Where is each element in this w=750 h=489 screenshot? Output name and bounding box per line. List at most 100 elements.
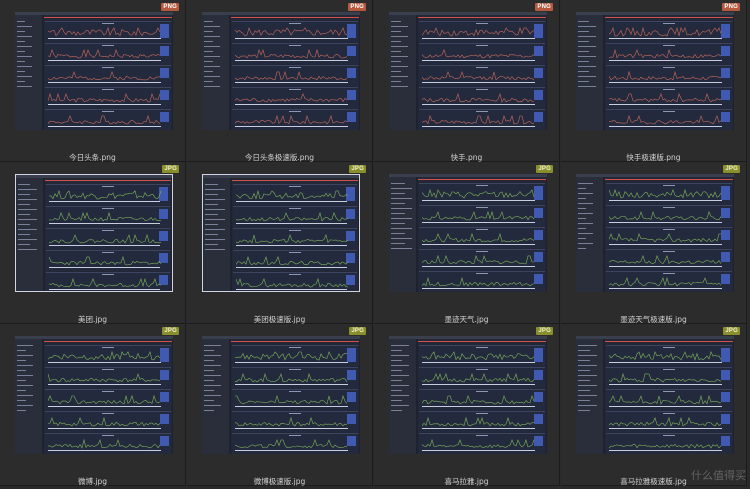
preview-waveform — [422, 188, 535, 199]
file-type-badge: PNG — [161, 3, 179, 11]
preview-chart-panel — [606, 109, 732, 130]
preview-waveform — [609, 351, 722, 361]
preview-waveform — [235, 372, 348, 383]
preview-main — [418, 177, 546, 292]
image-preview — [15, 12, 173, 130]
file-thumbnail-item[interactable]: JPG 墨迹天气.jpg — [374, 162, 560, 324]
preview-waveform — [48, 438, 161, 449]
preview-red-line — [232, 180, 358, 181]
preview-main — [231, 339, 359, 454]
preview-waveform — [235, 70, 348, 81]
file-type-badge: JPG — [723, 165, 740, 173]
preview-waveform — [48, 114, 161, 125]
preview-sidebar — [15, 15, 42, 130]
preview-waveform — [48, 26, 161, 37]
file-thumbnail-item[interactable]: PNG 快手.png — [374, 0, 560, 162]
preview-chart-panel — [45, 367, 171, 388]
file-thumbnail-item[interactable]: JPG 墨迹天气极速版.jpg — [561, 162, 747, 324]
preview-waveform — [49, 189, 162, 200]
image-preview — [576, 174, 734, 292]
file-type-badge: JPG — [349, 327, 366, 335]
preview-waveform — [609, 70, 722, 81]
preview-waveform — [609, 372, 722, 383]
preview-waveform — [48, 92, 161, 103]
preview-chart-panel — [419, 65, 545, 86]
preview-waveform — [609, 114, 722, 125]
preview-waveform — [422, 276, 535, 287]
preview-chart-panel — [606, 87, 732, 108]
preview-waveform — [235, 93, 348, 103]
preview-sidebar — [576, 177, 603, 292]
preview-sidebar — [389, 15, 416, 130]
preview-waveform — [422, 92, 535, 103]
preview-chart-panel — [232, 43, 358, 64]
preview-chart-panel — [45, 43, 171, 64]
preview-chart-panel — [45, 433, 171, 454]
preview-red-line — [44, 341, 172, 342]
image-preview — [389, 174, 547, 292]
preview-chart-panel — [419, 271, 545, 292]
preview-red-line — [605, 341, 733, 342]
preview-red-line — [605, 17, 733, 18]
preview-waveform — [422, 438, 535, 449]
file-thumbnail-item[interactable]: JPG 微博极速版.jpg — [187, 324, 373, 486]
preview-waveform — [422, 49, 535, 59]
file-type-badge: PNG — [535, 3, 553, 11]
preview-main — [418, 339, 546, 454]
preview-waveform — [609, 26, 722, 37]
preview-chart-panel — [419, 227, 545, 248]
preview-sidebar — [203, 178, 230, 291]
file-thumbnail-item[interactable]: JPG 美团极速版.jpg — [187, 162, 373, 324]
preview-sidebar — [202, 15, 229, 130]
preview-waveform — [48, 350, 161, 361]
preview-main — [605, 339, 733, 454]
preview-waveform — [422, 27, 535, 37]
preview-chart-panel — [232, 411, 358, 432]
file-thumbnail-item[interactable]: PNG 今日头条.png — [0, 0, 186, 162]
file-thumbnail-item[interactable]: JPG 美团.jpg — [0, 162, 186, 324]
preview-chart-panel — [419, 205, 545, 226]
preview-red-line — [231, 341, 359, 342]
preview-chart-panel — [232, 109, 358, 130]
file-name-label: 微博极速版.jpg — [253, 477, 306, 486]
file-thumbnail-item[interactable]: PNG 今日头条极速版.png — [187, 0, 373, 162]
file-type-badge: PNG — [348, 3, 366, 11]
file-thumbnail-item[interactable]: PNG 快手极速版.png — [561, 0, 747, 162]
preview-waveform — [236, 189, 349, 200]
preview-waveform — [609, 276, 722, 287]
preview-chart-panel — [46, 228, 170, 249]
preview-chart-panel — [419, 411, 545, 432]
image-preview — [202, 174, 360, 292]
file-type-badge: JPG — [349, 165, 366, 173]
preview-chart-panel — [233, 206, 357, 227]
file-name-label: 喜马拉雅.jpg — [444, 477, 489, 486]
preview-red-line — [418, 17, 546, 18]
preview-chart-panel — [606, 21, 732, 42]
file-thumbnail-item[interactable]: JPG 微博.jpg — [0, 324, 186, 486]
preview-chart-panel — [606, 367, 732, 388]
file-type-badge: JPG — [162, 165, 179, 173]
preview-main — [44, 15, 172, 130]
preview-chart-panel — [45, 21, 171, 42]
preview-waveform — [49, 277, 162, 288]
file-thumbnail-grid: PNG 今日头条.png PNG 今日头条极速版.png PNG 快手.png PNG 快手极… — [0, 0, 750, 489]
preview-chart-panel — [46, 206, 170, 227]
preview-waveform — [235, 351, 348, 361]
preview-chart-panel — [606, 433, 732, 454]
image-preview — [15, 174, 173, 292]
preview-waveform — [609, 92, 722, 103]
preview-waveform — [235, 114, 348, 125]
preview-chart-panel — [419, 87, 545, 108]
preview-waveform — [49, 255, 162, 266]
preview-waveform — [48, 71, 161, 81]
preview-chart-panel — [232, 345, 358, 366]
preview-waveform — [236, 255, 349, 266]
preview-main — [232, 178, 358, 291]
preview-chart-panel — [46, 250, 170, 271]
preview-waveform — [235, 439, 348, 449]
file-type-badge: JPG — [162, 327, 179, 335]
file-thumbnail-item[interactable]: JPG 喜马拉雅极速版.jpg — [561, 324, 747, 486]
file-thumbnail-item[interactable]: JPG 喜马拉雅.jpg — [374, 324, 560, 486]
preview-waveform — [236, 277, 349, 288]
preview-main — [45, 178, 171, 291]
